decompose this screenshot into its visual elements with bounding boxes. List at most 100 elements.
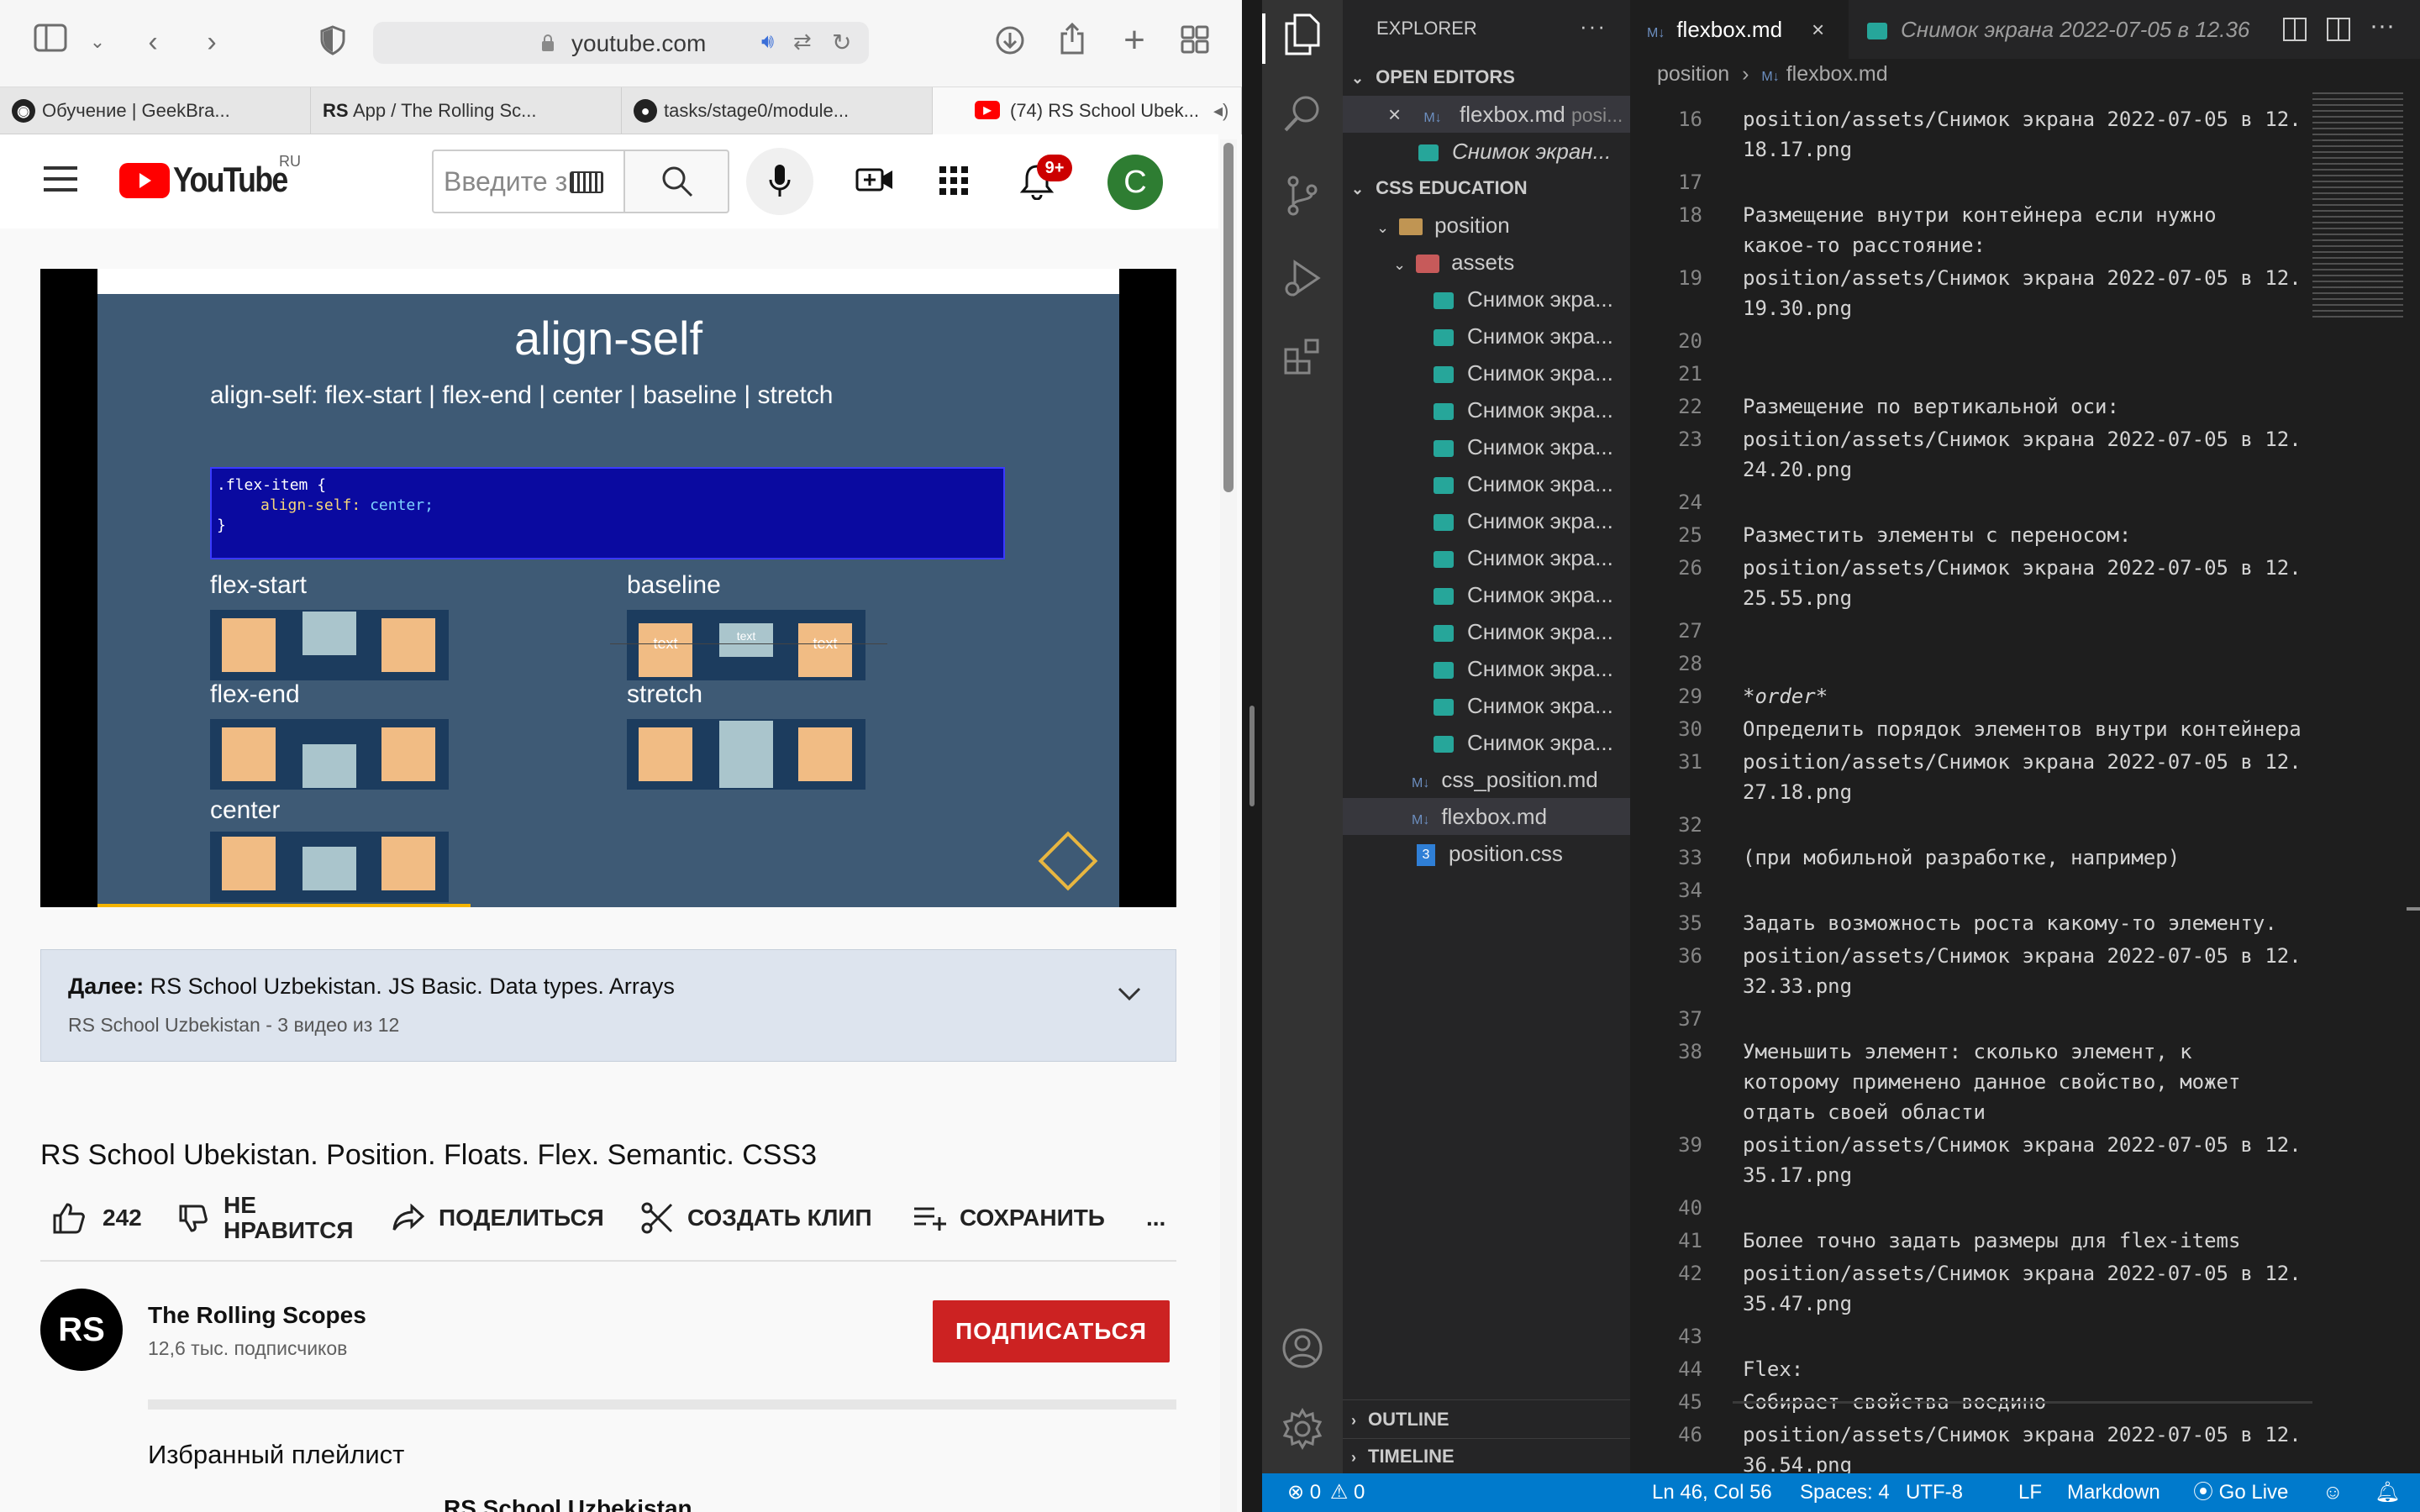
asset-file-item[interactable]: Снимок экра... (1343, 576, 1630, 613)
more-actions-button[interactable]: ... (1146, 1193, 1165, 1243)
video-progress-bar[interactable] (97, 904, 471, 907)
source-control-icon[interactable] (1277, 175, 1328, 225)
language-mode[interactable]: Markdown (2067, 1473, 2160, 1512)
like-button[interactable]: 242 (52, 1193, 142, 1243)
translate-icon[interactable]: ⇄ (793, 29, 812, 55)
video-player[interactable]: align-self align-self: flex-start | flex… (40, 269, 1176, 907)
code-editor[interactable]: 16 position/assets/Снимок экрана 2022-07-… (1630, 87, 2386, 1473)
file-position-css[interactable]: 3 position.css (1343, 835, 1630, 872)
search-input[interactable]: Введите з (432, 150, 625, 213)
youtube-logo-text[interactable]: YouTube (173, 160, 288, 200)
outline-section[interactable]: › OUTLINE (1343, 1401, 1630, 1438)
close-icon[interactable]: × (1388, 102, 1401, 127)
audio-playing-icon[interactable]: 🔊︎ (761, 30, 774, 54)
extensions-icon[interactable] (1277, 338, 1328, 388)
subscribe-button[interactable]: ПОДПИСАТЬСЯ (933, 1300, 1170, 1362)
open-preview-icon[interactable] (2282, 17, 2307, 46)
browser-tab[interactable]: ● tasks/stage0/module... (622, 87, 933, 134)
split-handle[interactable] (1249, 706, 1255, 806)
downloads-icon[interactable] (992, 25, 1028, 62)
encoding[interactable]: UTF-8 (1906, 1473, 1963, 1512)
voice-search-button[interactable] (746, 148, 813, 215)
indentation[interactable]: Spaces: 4 (1800, 1473, 1890, 1512)
open-editor-item[interactable]: × M↓ flexbox.md posi... (1343, 96, 1630, 133)
asset-file-item[interactable]: Снимок экра... (1343, 281, 1630, 318)
browser-tab[interactable]: ◉ Обучение | GeekBra... (0, 87, 311, 134)
open-editors-section[interactable]: ⌄ OPEN EDITORS (1343, 59, 1630, 96)
asset-file-item[interactable]: Снимок экра... (1343, 391, 1630, 428)
new-tab-icon[interactable]: + (1116, 22, 1153, 60)
breadcrumb-folder[interactable]: position (1657, 62, 1729, 86)
asset-file-item[interactable]: Снимок экра... (1343, 318, 1630, 354)
scrollbar-thumb[interactable] (1223, 143, 1234, 492)
chevron-down-icon[interactable] (1117, 985, 1142, 1006)
browser-tab[interactable]: RS App / The Rolling Sc... (311, 87, 622, 134)
tab-overview-icon[interactable] (1176, 25, 1213, 62)
editor-tab-active[interactable]: M↓ flexbox.md × (1630, 0, 1849, 59)
up-next-panel[interactable]: Далее: RS School Uzbekistan. JS Basic. D… (40, 949, 1176, 1062)
menu-icon[interactable] (44, 166, 77, 195)
open-editor-item[interactable]: Снимок экран... (1343, 133, 1630, 170)
address-bar[interactable]: youtube.com 🔊︎ ⇄ ↻ (373, 22, 869, 64)
dislike-button[interactable]: НЕ НРАВИТСЯ (178, 1193, 353, 1243)
browser-tab-active[interactable]: ▶ (74) RS School Ubek... ◂) (933, 87, 1242, 134)
feedback-icon[interactable]: ☺ (2323, 1473, 2344, 1512)
breadcrumb-file[interactable]: flexbox.md (1786, 62, 1888, 86)
more-actions-icon[interactable]: ··· (2370, 12, 2395, 40)
reload-icon[interactable]: ↻ (832, 29, 851, 56)
close-icon[interactable]: × (1812, 0, 1824, 59)
sidebar-toggle-icon[interactable] (32, 24, 69, 60)
file-css-position-md[interactable]: M↓ css_position.md (1343, 761, 1630, 798)
apps-grid-icon[interactable] (939, 166, 968, 199)
create-video-icon[interactable] (855, 165, 894, 199)
settings-gear-icon[interactable] (1277, 1407, 1328, 1458)
asset-file-item[interactable]: Снимок экра... (1343, 539, 1630, 576)
asset-file-item[interactable]: Снимок экра... (1343, 650, 1630, 687)
chevron-down-icon[interactable]: ⌄ (79, 25, 116, 62)
share-icon[interactable] (1054, 22, 1091, 59)
problems-indicator[interactable]: ⊗ 0 ⚠ 0 (1287, 1473, 1365, 1512)
go-live-button[interactable]: ⦿ Go Live (2193, 1473, 2288, 1512)
asset-file-item[interactable]: Снимок экра... (1343, 465, 1630, 502)
clip-button[interactable]: СОЗДАТЬ КЛИП (640, 1193, 872, 1243)
notifications-bell-icon[interactable]: 🔔︎ (2375, 1473, 2400, 1512)
asset-file-item[interactable]: Снимок экра... (1343, 354, 1630, 391)
folder-assets[interactable]: ⌄ assets (1343, 244, 1630, 281)
more-actions-icon[interactable]: ··· (1580, 13, 1607, 39)
file-flexbox-md[interactable]: M↓ flexbox.md (1343, 798, 1630, 835)
asset-file-item[interactable]: Снимок экра... (1343, 428, 1630, 465)
asset-file-item[interactable]: Снимок экра... (1343, 502, 1630, 539)
split-view-divider[interactable] (1242, 0, 1262, 1512)
minimap[interactable] (2312, 92, 2403, 319)
back-icon[interactable]: ‹ (134, 25, 171, 62)
folder-position[interactable]: ⌄ position (1343, 207, 1630, 244)
channel-name[interactable]: The Rolling Scopes (148, 1302, 366, 1329)
share-button[interactable]: ПОДЕЛИТЬСЯ (392, 1193, 604, 1243)
cursor-position[interactable]: Ln 46, Col 56 (1652, 1473, 1772, 1512)
end-of-line[interactable]: LF (2018, 1473, 2042, 1512)
account-avatar[interactable]: C (1107, 155, 1163, 210)
privacy-shield-icon[interactable] (314, 25, 351, 62)
page-scrollbar[interactable] (1220, 139, 1237, 1512)
save-button[interactable]: СОХРАНИТЬ (913, 1193, 1105, 1243)
editor-tab-preview[interactable]: Снимок экрана 2022-07-05 в 12.36 (1850, 0, 2270, 59)
asset-file-item[interactable]: Снимок экра... (1343, 724, 1630, 761)
asset-file-item[interactable]: Снимок экра... (1343, 613, 1630, 650)
accounts-icon[interactable] (1277, 1327, 1328, 1378)
asset-file-item[interactable]: Снимок экра... (1343, 687, 1630, 724)
run-debug-icon[interactable] (1277, 257, 1328, 307)
channel-avatar[interactable]: RS (40, 1289, 123, 1371)
split-editor-icon[interactable] (2326, 17, 2351, 46)
playlist-item-title[interactable]: RS School Uzbekistan (444, 1495, 692, 1512)
demo-box (222, 727, 276, 781)
workspace-section[interactable]: ⌄ CSS EDUCATION (1343, 170, 1630, 207)
search-icon[interactable] (1277, 94, 1328, 144)
forward-icon[interactable]: › (193, 25, 230, 62)
explorer-files-icon[interactable] (1277, 13, 1328, 64)
timeline-section[interactable]: › TIMELINE (1343, 1438, 1630, 1475)
search-button[interactable] (623, 150, 729, 213)
horizontal-scrollbar[interactable] (1733, 1401, 2312, 1404)
youtube-logo-icon[interactable] (119, 163, 170, 198)
tab-audio-icon[interactable]: ◂) (1213, 87, 1228, 134)
keyboard-icon[interactable] (570, 171, 603, 193)
